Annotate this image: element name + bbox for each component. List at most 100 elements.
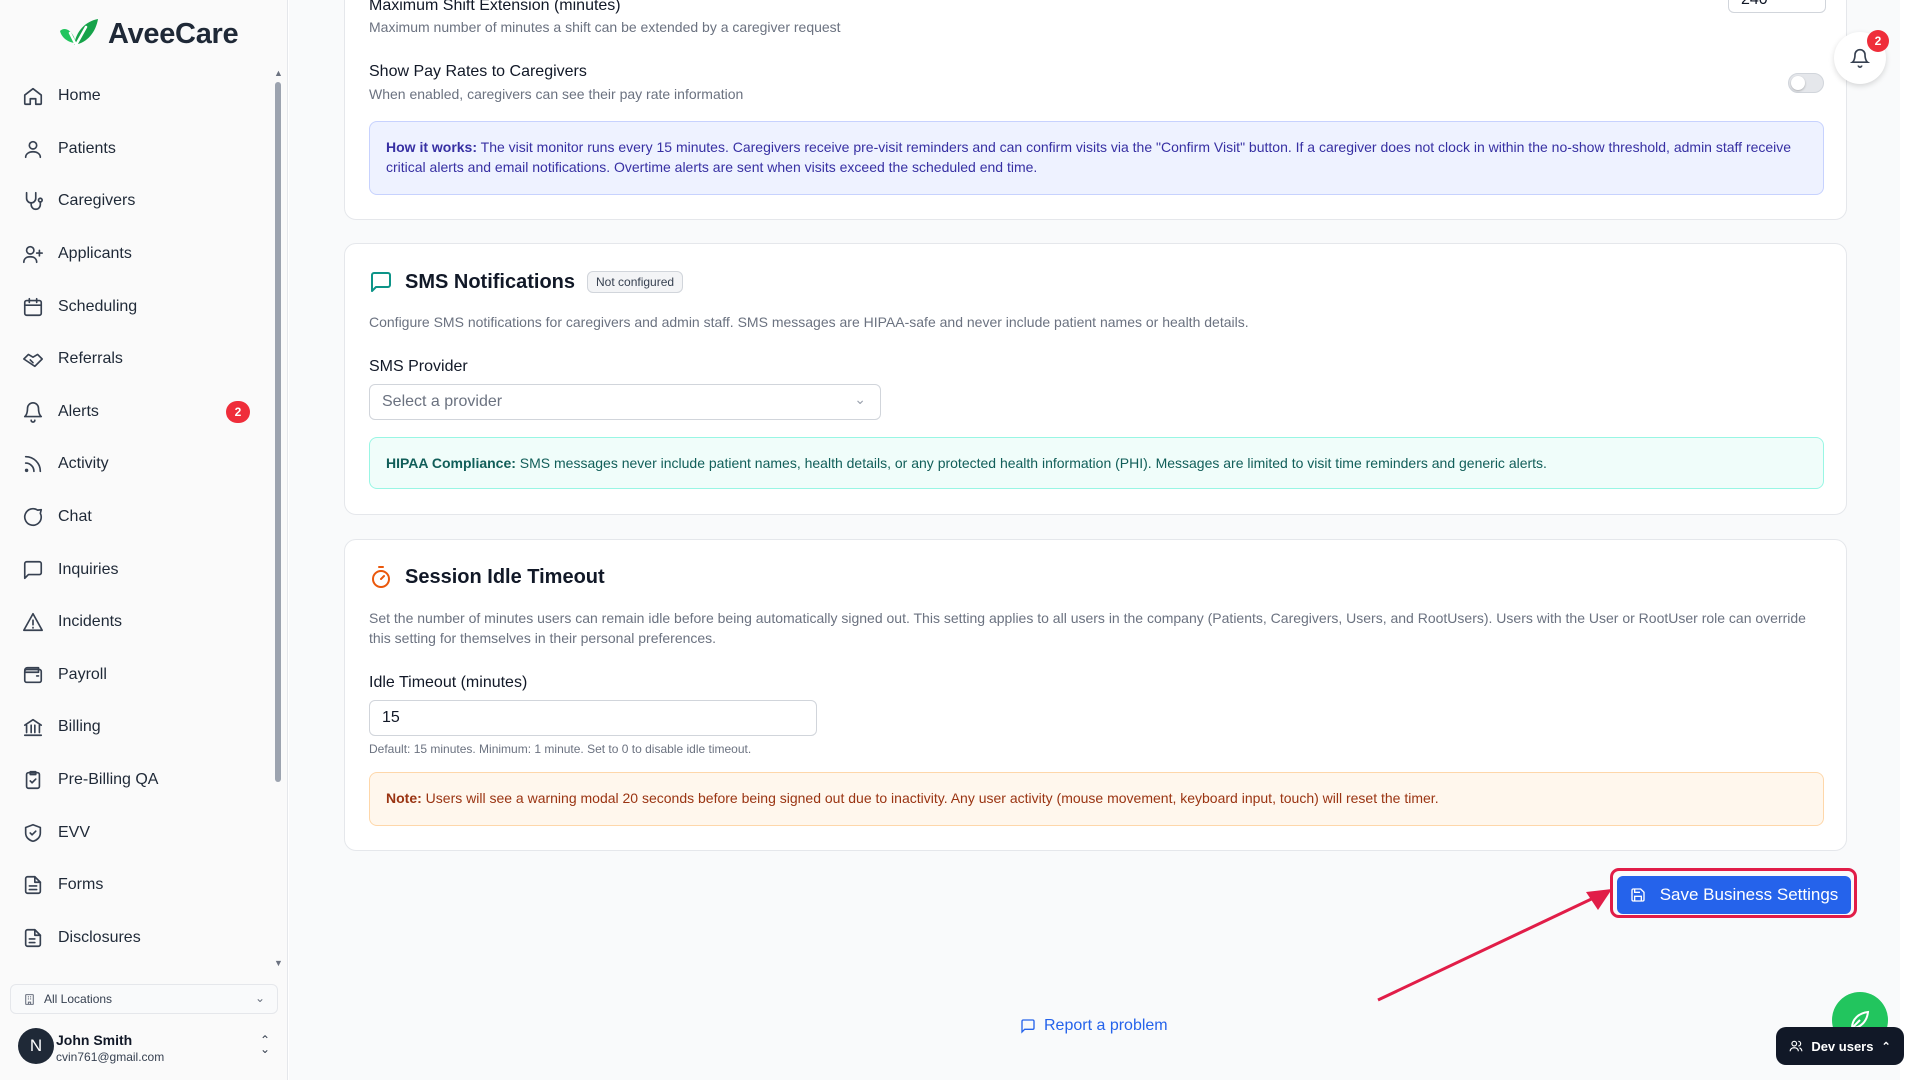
notifications-count-badge: 2 bbox=[1867, 30, 1889, 52]
bell-icon bbox=[1850, 48, 1870, 68]
chevron-down-icon: ⌄ bbox=[854, 391, 866, 407]
pay-rates-toggle[interactable] bbox=[1788, 73, 1824, 93]
save-button-label: Save Business Settings bbox=[1659, 885, 1839, 904]
idle-timeout-input[interactable]: 15 bbox=[369, 700, 817, 736]
avatar: N bbox=[18, 1028, 54, 1064]
sidebar-item-label: Pre-Billing QA bbox=[58, 771, 159, 789]
dev-users-button[interactable]: Dev users ⌃ bbox=[1776, 1027, 1904, 1065]
sidebar-item-forms[interactable]: Forms bbox=[0, 859, 276, 912]
sidebar-item-billing[interactable]: Billing bbox=[0, 701, 276, 754]
user-menu[interactable]: N John Smith cvin761@gmail.com ⌃ ⌄ bbox=[18, 1024, 280, 1074]
chevron-down-icon: ⌄ bbox=[254, 991, 265, 1005]
sidebar-item-referrals[interactable]: Referrals bbox=[0, 333, 276, 386]
sidebar-item-chat[interactable]: Chat bbox=[0, 491, 276, 544]
sms-card-title: SMS Notifications bbox=[405, 270, 576, 293]
user-email: cvin761@gmail.com bbox=[56, 1050, 165, 1064]
hipaa-callout: HIPAA Compliance: SMS messages never inc… bbox=[369, 437, 1824, 489]
chevron-up-icon: ⌃ bbox=[1881, 1040, 1891, 1053]
sidebar-item-payroll[interactable]: Payroll bbox=[0, 649, 276, 702]
sidebar-item-label: Inquiries bbox=[58, 560, 119, 578]
max-extension-description: Maximum number of minutes a shift can be… bbox=[369, 19, 841, 35]
idle-timeout-label: Idle Timeout (minutes) bbox=[369, 674, 528, 691]
timer-icon bbox=[372, 566, 390, 588]
app-logo[interactable]: AveeCare bbox=[56, 14, 239, 54]
sidebar-item-evv[interactable]: EVV bbox=[0, 806, 276, 859]
sms-card-header: SMS Notifications Not configured bbox=[369, 270, 684, 294]
location-selector[interactable]: All Locations ⌄ bbox=[10, 984, 278, 1014]
sidebar-item-label: Home bbox=[58, 87, 101, 105]
sidebar-scrollbar-thumb[interactable] bbox=[275, 82, 281, 782]
sidebar-item-label: EVV bbox=[58, 823, 91, 841]
how-it-works-text: The visit monitor runs every 15 minutes.… bbox=[386, 139, 1792, 175]
bell-icon bbox=[23, 401, 43, 423]
sms-description: Configure SMS notifications for caregive… bbox=[369, 314, 1249, 330]
sidebar-item-scheduling[interactable]: Scheduling bbox=[0, 280, 276, 333]
pay-rates-label: Show Pay Rates to Caregivers bbox=[369, 63, 587, 80]
annotation-arrow bbox=[1377, 889, 1612, 1002]
sidebar-scrollbar[interactable]: ▲ ▼ bbox=[274, 68, 283, 968]
save-icon bbox=[1631, 888, 1645, 902]
handshake-icon bbox=[23, 353, 43, 368]
sidebar-item-label: Applicants bbox=[58, 245, 132, 263]
idle-card-header: Session Idle Timeout bbox=[369, 565, 605, 589]
sidebar-item-incidents[interactable]: Incidents bbox=[0, 596, 276, 649]
wallet-icon bbox=[23, 666, 43, 683]
app-name: AveeCare bbox=[108, 17, 239, 50]
sidebar-item-inquiries[interactable]: Inquiries bbox=[0, 543, 276, 596]
sidebar-item-home[interactable]: Home bbox=[0, 70, 276, 123]
sidebar-item-label: Incidents bbox=[58, 613, 123, 631]
how-it-works-callout: How it works: The visit monitor runs eve… bbox=[369, 121, 1824, 195]
warning-icon bbox=[23, 613, 43, 632]
sidebar-item-label: Forms bbox=[58, 876, 104, 894]
home-icon bbox=[23, 88, 43, 106]
hipaa-text: SMS messages never include patient names… bbox=[515, 455, 1547, 471]
sms-notifications-card: SMS Notifications Not configured Configu… bbox=[344, 243, 1847, 515]
sidebar-item-applicants[interactable]: Applicants bbox=[0, 228, 276, 281]
dev-users-label: Dev users bbox=[1811, 1038, 1874, 1054]
how-it-works-label: How it works: bbox=[386, 139, 478, 155]
pay-rates-description: When enabled, caregivers can see their p… bbox=[369, 86, 744, 102]
alerts-count-badge: 2 bbox=[226, 400, 250, 423]
idle-description: Set the number of minutes users can rema… bbox=[369, 610, 1806, 646]
report-problem-link[interactable]: Report a problem bbox=[1020, 1017, 1168, 1035]
sidebar-item-alerts[interactable]: Alerts 2 bbox=[0, 386, 276, 439]
sidebar-item-label: Patients bbox=[58, 139, 116, 157]
sidebar-item-label: Caregivers bbox=[58, 192, 136, 210]
chat-icon bbox=[23, 507, 43, 527]
sidebar-item-disclosures[interactable]: Disclosures bbox=[0, 912, 276, 965]
sms-provider-select[interactable]: Select a provider ⌄ bbox=[369, 384, 881, 420]
scroll-down-icon[interactable]: ▼ bbox=[274, 958, 283, 968]
max-extension-input[interactable]: 240 bbox=[1728, 0, 1826, 13]
location-selector-label: All Locations bbox=[44, 992, 113, 1006]
sidebar-item-label: Disclosures bbox=[58, 928, 141, 946]
sidebar-item-label: Referrals bbox=[58, 350, 123, 368]
note-callout: Note: Users will see a warning modal 20 … bbox=[369, 772, 1824, 826]
clipboard-check-icon bbox=[25, 770, 41, 790]
sidebar-item-caregivers[interactable]: Caregivers bbox=[0, 175, 276, 228]
file-icon bbox=[24, 928, 42, 947]
sms-provider-placeholder: Select a provider bbox=[382, 393, 503, 410]
sidebar-item-label: Chat bbox=[58, 508, 92, 526]
save-business-settings-button[interactable]: Save Business Settings bbox=[1617, 876, 1851, 914]
user-plus-icon bbox=[23, 245, 43, 264]
idle-card-title: Session Idle Timeout bbox=[405, 565, 605, 588]
rss-icon bbox=[24, 456, 42, 473]
sidebar-item-label: Scheduling bbox=[58, 297, 138, 315]
sidebar-item-label: Activity bbox=[58, 455, 109, 473]
sidebar-item-pre-billing-qa[interactable]: Pre-Billing QA bbox=[0, 754, 276, 807]
users-icon bbox=[1789, 1040, 1803, 1052]
user-name: John Smith bbox=[56, 1032, 133, 1048]
scroll-up-icon[interactable]: ▲ bbox=[274, 68, 283, 78]
sidebar-item-patients[interactable]: Patients bbox=[0, 123, 276, 176]
status-badge: Not configured bbox=[587, 271, 684, 293]
idle-timeout-card: Session Idle Timeout Set the number of m… bbox=[344, 539, 1847, 851]
hipaa-label: HIPAA Compliance: bbox=[386, 455, 516, 471]
note-label: Note: bbox=[386, 790, 422, 806]
calendar-icon bbox=[23, 297, 43, 316]
message-square-icon bbox=[371, 272, 391, 292]
sms-provider-label: SMS Provider bbox=[369, 358, 468, 375]
idle-timeout-help: Default: 15 minutes. Minimum: 1 minute. … bbox=[369, 742, 752, 756]
message-square-icon bbox=[1021, 1019, 1035, 1034]
bank-icon bbox=[23, 719, 43, 737]
sidebar-item-activity[interactable]: Activity bbox=[0, 438, 276, 491]
